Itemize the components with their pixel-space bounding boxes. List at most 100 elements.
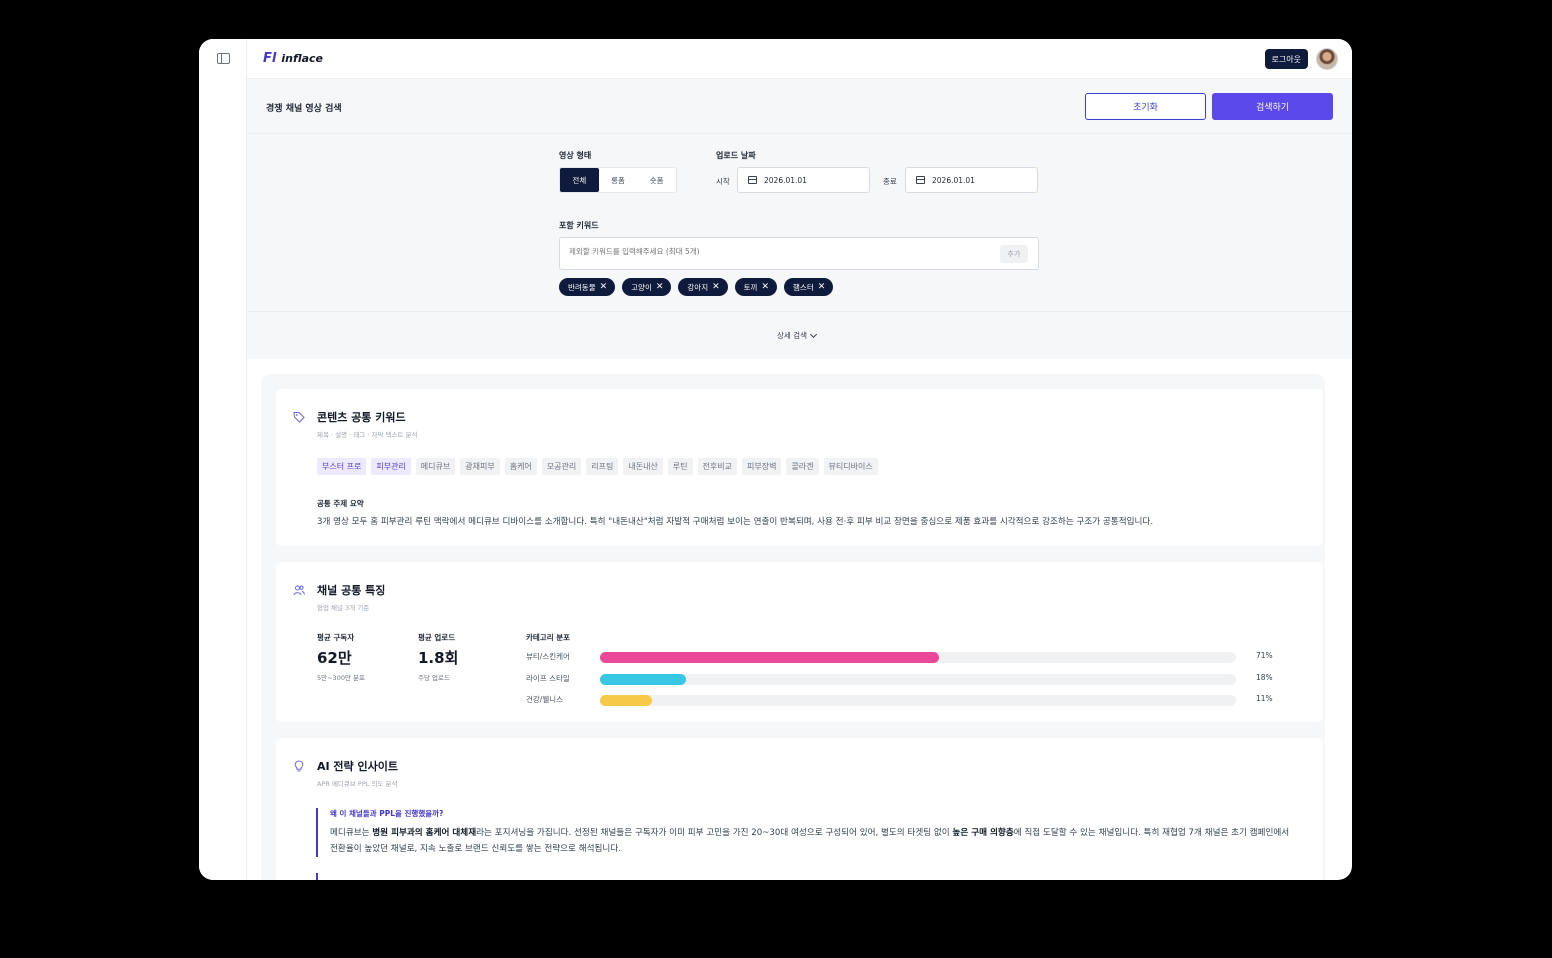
insight-emphasis: 높은 구매 의향층: [952, 828, 1014, 838]
keyword-chip-label: 반려동물: [568, 282, 596, 292]
category-bar-track: [600, 674, 1236, 685]
summary-text: 3개 영상 모두 홈 피부관리 루틴 맥락에서 메디큐브 디바이스를 소개합니다…: [317, 517, 1154, 527]
keyword-tag: 루틴: [667, 458, 693, 475]
category-bar-row: 뷰티/스킨케어 71%: [526, 651, 1286, 663]
search-button[interactable]: 검색하기: [1212, 93, 1333, 120]
category-bar-row: 건강/웰니스 11%: [526, 694, 1286, 706]
sub-header: 경쟁 채널 영상 검색 초기화 검색하기: [247, 79, 1352, 134]
keyword-chip[interactable]: 햄스터 ✕: [784, 278, 834, 296]
start-date-label: 시작: [716, 177, 730, 186]
insight-question: 왜 이 채널들과 PPL을 진행했을까?: [330, 809, 444, 818]
reset-button[interactable]: 초기화: [1085, 93, 1206, 120]
category-percent: 11%: [1256, 694, 1273, 703]
keyword-field: 추가: [559, 237, 1039, 270]
category-percent: 18%: [1256, 673, 1273, 682]
chevron-down-icon: [809, 330, 818, 338]
keyword-chip-label: 고양이: [631, 282, 652, 292]
keywords-card-subtitle: 제목 · 설명 · 태그 · 자막 텍스트 분석: [317, 431, 418, 439]
next-insight-marker: [316, 873, 318, 880]
calendar-icon: [748, 176, 757, 184]
filter-panel: 영상 형태 전체 롱폼 숏폼 업로드 날짜 시작 2026.01.01 종료 2…: [247, 134, 1352, 359]
video-type-all[interactable]: 전체: [560, 168, 599, 192]
end-date-value: 2026.01.01: [932, 175, 975, 185]
category-name: 라이프 스타일: [526, 674, 570, 683]
logo-mark: Fl: [263, 51, 277, 66]
logout-button[interactable]: 로그아웃: [1264, 49, 1308, 69]
logo-text: inflace: [281, 52, 324, 65]
avatar[interactable]: [1316, 48, 1338, 70]
category-bar-track: [600, 695, 1236, 706]
video-type-long[interactable]: 롱폼: [599, 168, 638, 192]
subscribers-note: 5만~300만 분포: [317, 674, 365, 682]
keywords-card: 콘텐츠 공통 키워드 제목 · 설명 · 태그 · 자막 텍스트 분석 부스터 …: [276, 389, 1323, 546]
close-icon[interactable]: ✕: [818, 282, 826, 292]
keyword-tag: 부스터 프로: [317, 458, 367, 475]
insight-text: 라는 포지셔닝을 가집니다. 선정된 채널들은 구독자가 이미 피부 고민을 가…: [476, 828, 953, 838]
category-label: 카테고리 분포: [526, 633, 571, 642]
category-percent: 71%: [1256, 651, 1273, 660]
category-bar-fill: [600, 695, 653, 706]
logo[interactable]: Fl inflace: [263, 51, 323, 66]
lightbulb-icon: [294, 760, 304, 772]
insight-card-title: AI 전략 인사이트: [317, 760, 398, 773]
close-icon[interactable]: ✕: [712, 282, 720, 292]
insight-block: 왜 이 채널들과 PPL을 진행했을까? 메디큐브는 병원 피부과의 홈케어 대…: [316, 808, 1296, 857]
users-icon: [293, 585, 305, 596]
advanced-search-label: 상세 검색: [777, 331, 807, 340]
keyword-chip[interactable]: 고양이 ✕: [622, 278, 672, 296]
results-panel: 콘텐츠 공통 키워드 제목 · 설명 · 태그 · 자막 텍스트 분석 부스터 …: [261, 374, 1325, 880]
end-date-label: 종료: [883, 177, 897, 186]
keyword-chip[interactable]: 토끼 ✕: [734, 278, 778, 296]
insight-card: AI 전략 인사이트 APR 메디큐브 PPL 의도 분석 왜 이 채널들과 P…: [276, 738, 1323, 880]
keyword-tag: 콜라겐: [786, 458, 819, 475]
summary-label: 공통 주제 요약: [317, 499, 364, 508]
calendar-icon: [916, 176, 925, 184]
app-window: Fl inflace 로그아웃 경쟁 채널 영상 검색 초기화 검색하기 영상 …: [199, 39, 1352, 880]
keyword-chip-label: 햄스터: [793, 282, 814, 292]
video-type-short[interactable]: 숏폼: [637, 168, 676, 192]
close-icon[interactable]: ✕: [600, 282, 608, 292]
category-bar-fill: [600, 652, 939, 663]
video-type-toggle: 전체 롱폼 숏폼: [559, 167, 677, 193]
channel-card: 채널 공통 특징 협업 채널 3개 기준 평균 구독자 62만 5만~300만 …: [276, 562, 1323, 722]
channel-card-title: 채널 공통 특징: [317, 584, 386, 597]
top-bar: Fl inflace 로그아웃: [247, 39, 1352, 79]
insight-card-subtitle: APR 메디큐브 PPL 의도 분석: [317, 780, 398, 788]
keyword-tag: 전후비교: [697, 458, 737, 475]
category-name: 건강/웰니스: [526, 695, 564, 704]
start-date-field[interactable]: 2026.01.01: [737, 167, 870, 193]
keyword-tag: 피부장벽: [741, 458, 782, 475]
keyword-tag: 홈케어: [504, 458, 537, 475]
keyword-chip[interactable]: 강아지 ✕: [678, 278, 728, 296]
subscribers-label: 평균 구독자: [317, 633, 355, 642]
uploads-note: 주당 업로드: [418, 674, 450, 682]
close-icon[interactable]: ✕: [761, 282, 769, 292]
keyword-tag: 광채피부: [460, 458, 500, 475]
keyword-chips: 반려동물 ✕ 고양이 ✕ 강아지 ✕ 토끼 ✕ 햄스터 ✕: [559, 278, 834, 296]
divider: [247, 311, 1352, 312]
close-icon[interactable]: ✕: [656, 282, 664, 292]
panel-toggle-icon[interactable]: [217, 53, 230, 64]
uploads-value: 1.8회: [418, 649, 459, 667]
keyword-tag: 메디큐브: [415, 458, 456, 475]
keywords-card-title: 콘텐츠 공통 키워드: [317, 411, 406, 424]
keyword-tag-list: 부스터 프로 피부관리 메디큐브 광채피부 홈케어 모공관리 리프팅 내돈내산 …: [317, 458, 878, 475]
keyword-chip[interactable]: 반려동물 ✕: [559, 278, 616, 296]
insight-text: 메디큐브는: [330, 828, 373, 838]
uploads-label: 평균 업로드: [418, 633, 456, 642]
tag-icon: [293, 412, 305, 423]
upload-date-label: 업로드 날짜: [716, 151, 756, 160]
end-date-field[interactable]: 2026.01.01: [905, 167, 1038, 193]
keyword-tag: 내돈내산: [623, 458, 663, 475]
left-rail: [199, 39, 247, 880]
start-date-value: 2026.01.01: [764, 175, 807, 185]
insight-paragraph: 메디큐브는 병원 피부과의 홈케어 대체재라는 포지셔닝을 가집니다. 선정된 …: [330, 825, 1296, 857]
keyword-chip-label: 강아지: [687, 282, 709, 292]
keyword-tag: 리프팅: [586, 458, 619, 475]
keyword-add-button[interactable]: 추가: [1000, 245, 1028, 263]
page-title: 경쟁 채널 영상 검색: [266, 104, 342, 114]
advanced-search-toggle[interactable]: 상세 검색: [777, 330, 818, 341]
keyword-input[interactable]: [569, 247, 969, 256]
keyword-chip-label: 토끼: [743, 282, 758, 292]
category-bar-track: [600, 652, 1236, 663]
